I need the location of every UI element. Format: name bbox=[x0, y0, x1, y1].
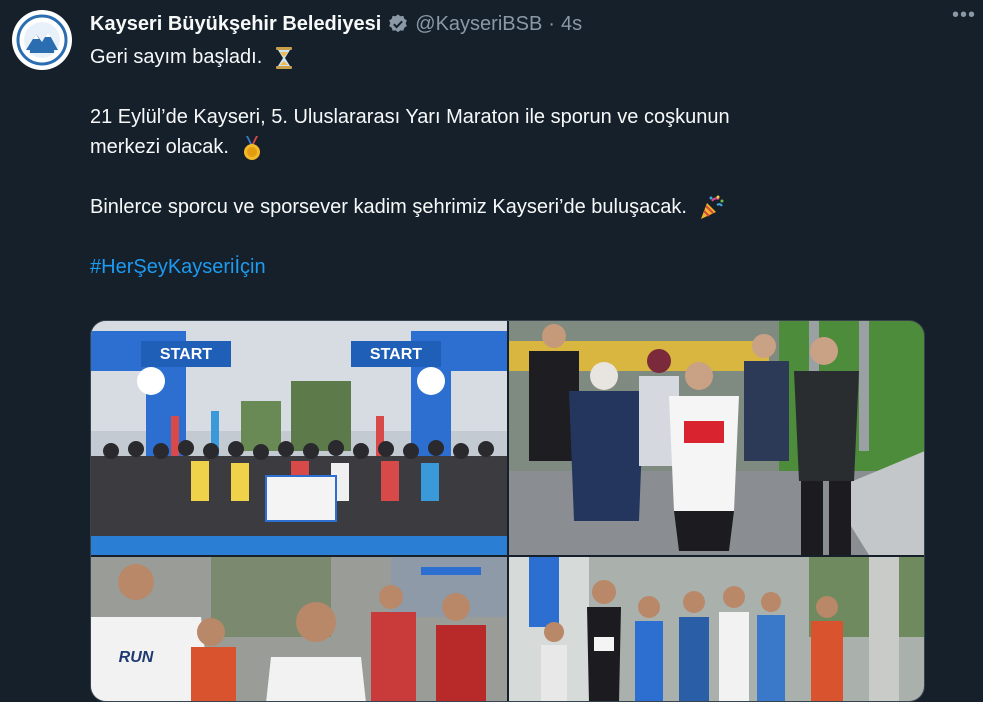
text-line-4: Binlerce sporcu ve sporsever kadim şehri… bbox=[90, 196, 687, 218]
tweet-line: 21 Eylül’de Kayseri, 5. Uluslararası Yar… bbox=[90, 102, 950, 132]
start-sign-right: START bbox=[370, 346, 422, 363]
party-popper-icon bbox=[701, 195, 724, 219]
photo-runners-front-image: RUN bbox=[91, 557, 507, 701]
text-line-1: Geri sayım başladı. bbox=[90, 46, 263, 68]
tweet-text: Geri sayım başladı. 21 Eylül’de Kayseri,… bbox=[90, 42, 950, 282]
tweet-line: #HerŞeyKayseriİçin bbox=[90, 252, 950, 282]
tweet-line: Binlerce sporcu ve sporsever kadim şehri… bbox=[90, 192, 950, 222]
more-options-icon[interactable]: ••• bbox=[949, 2, 979, 28]
medal-icon bbox=[243, 135, 260, 160]
text-line-2: 21 Eylül’de Kayseri, 5. Uluslararası Yar… bbox=[90, 106, 730, 128]
hashtag-link[interactable]: #HerŞeyKayseriİçin bbox=[90, 256, 266, 278]
photo-runners-front[interactable]: RUN bbox=[91, 557, 507, 701]
separator-dot: · bbox=[548, 12, 555, 35]
photo-walking-group[interactable] bbox=[509, 321, 924, 555]
text-line-3: merkezi olacak. bbox=[90, 136, 229, 158]
start-sign-left: START bbox=[160, 346, 212, 363]
tweet-line: merkezi olacak. bbox=[90, 132, 950, 162]
photo-runners-pack[interactable] bbox=[509, 557, 924, 701]
kayseri-logo-icon bbox=[13, 11, 71, 69]
photo-walking-group-image bbox=[509, 321, 924, 555]
tweet-line: Geri sayım başladı. bbox=[90, 42, 950, 72]
photo-runners-pack-image bbox=[509, 557, 924, 701]
tweet-header: Kayseri Büyükşehir Belediyesi @KayseriBS… bbox=[90, 9, 963, 39]
media-grid: START START RUN bbox=[90, 320, 925, 702]
photo-start-line[interactable]: START START bbox=[91, 321, 507, 555]
run-shirt-text: RUN bbox=[119, 649, 154, 666]
author-handle[interactable]: @KayseriBSB bbox=[415, 13, 542, 36]
photo-start-line-image: START START bbox=[91, 321, 507, 555]
author-name[interactable]: Kayseri Büyükşehir Belediyesi bbox=[90, 13, 381, 36]
hourglass-icon bbox=[275, 46, 292, 69]
avatar[interactable] bbox=[12, 10, 72, 70]
verified-badge-icon bbox=[389, 14, 408, 33]
timestamp[interactable]: 4s bbox=[561, 13, 582, 36]
